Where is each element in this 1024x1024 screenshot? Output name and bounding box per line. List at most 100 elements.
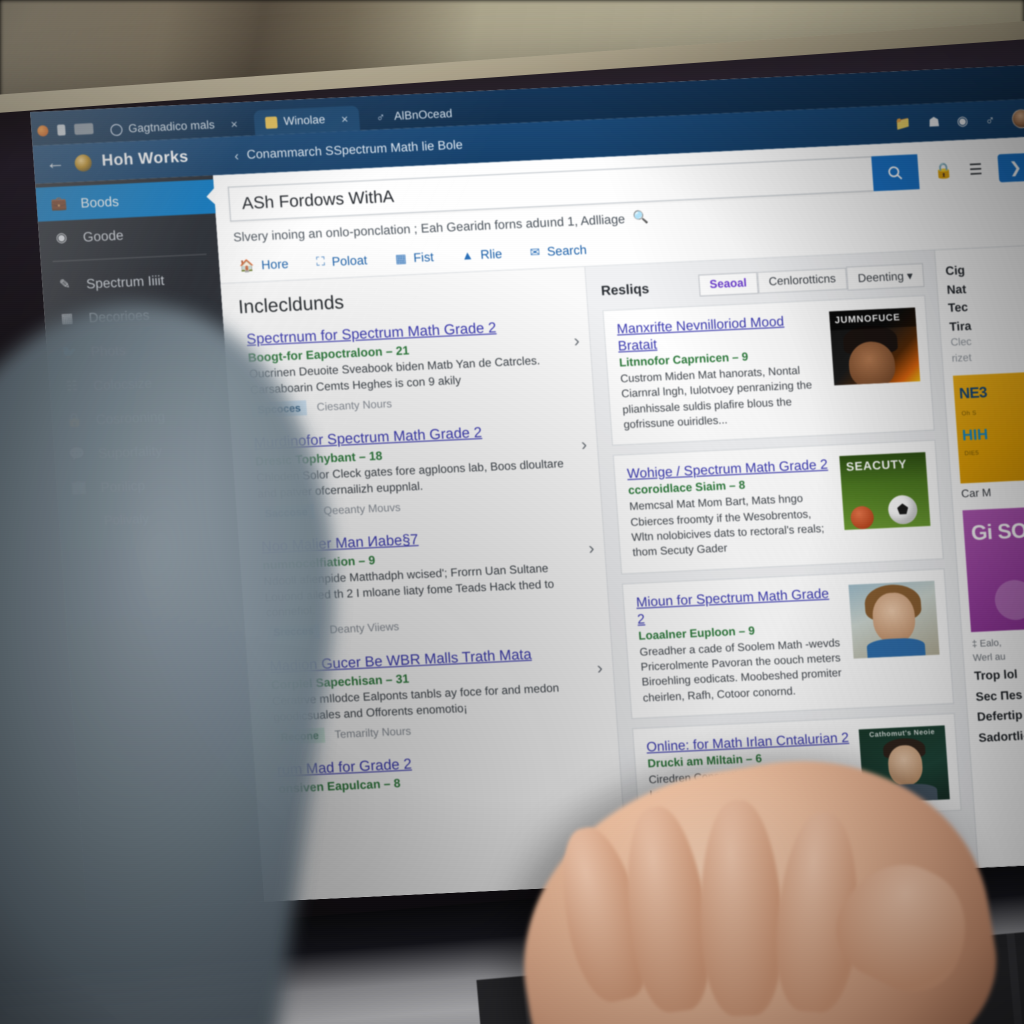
filter-cenlorotticns[interactable]: Cenlorotticns: [756, 267, 848, 294]
chevron-right-icon[interactable]: ›: [587, 523, 595, 559]
decor-shirt: [866, 637, 926, 658]
pen-icon: ✎: [58, 276, 71, 292]
tab-label: Poloat: [331, 252, 368, 269]
app-title: Hoh Works: [101, 148, 190, 170]
close-icon[interactable]: ×: [230, 117, 238, 131]
card-body: Mioun for Spectrum Math Grade 2 Loaalner…: [636, 585, 847, 707]
browser-right-controls: 🔒 ☰ ❯: [917, 152, 1024, 185]
decor-soccer-ball: [887, 494, 919, 526]
thumbnail-image: SEACUTY: [839, 452, 931, 531]
os-battery-icon: [56, 124, 66, 136]
result-meta-text: Ciesanty Nours: [316, 397, 393, 414]
book-line-1: Oh S: [961, 410, 977, 418]
middle-title: Resliqs: [600, 280, 650, 298]
filter-deenting-dropdown[interactable]: Deenting ▾: [845, 263, 925, 291]
person-icon: ♂: [375, 109, 386, 125]
decor-circle: [993, 578, 1024, 621]
tab-label: Fist: [412, 249, 435, 265]
page-title: Inclecldunds: [237, 292, 345, 319]
result-meta-text: Qeeanty Mouvs: [323, 501, 401, 518]
clock-icon[interactable]: ◉: [956, 113, 968, 129]
chevron-right-icon[interactable]: ›: [572, 315, 580, 351]
card-body: Manxrifte Nevnilloriod Mood Bratait Litn…: [616, 312, 827, 434]
list-item[interactable]: Spectrnum for Spectrum Math Grade 2 Boog…: [240, 315, 584, 418]
lock-icon[interactable]: 🔒: [934, 161, 954, 180]
hamburger-icon[interactable]: ☰: [968, 160, 983, 179]
home-icon: 🏠: [238, 258, 255, 273]
tab-search[interactable]: ✉ Search: [529, 242, 587, 259]
avatar[interactable]: [1011, 108, 1024, 129]
person-icon[interactable]: ♂: [985, 112, 996, 127]
list-icon: ▦: [394, 250, 407, 266]
filter-seaoal[interactable]: Seaoal: [697, 271, 759, 297]
rail-bold-line[interactable]: Defertip: [976, 702, 1024, 727]
window-icon: ⛶: [315, 254, 326, 269]
result-body: Spectrnum for Spectrum Math Grade 2 Boog…: [246, 316, 570, 418]
bookmark-icon[interactable]: ☗: [928, 114, 941, 131]
disc-icon: ◉: [55, 229, 68, 245]
sidebar-item-label: Spectrum Iiiit: [85, 272, 165, 291]
breadcrumb[interactable]: ‹ Conammarch SSpectrum Math lie Bole: [234, 137, 463, 163]
browser-tab-2-label: Winolae: [283, 113, 326, 128]
folder-icon[interactable]: 📁: [895, 116, 912, 133]
book-cover-thumbnail[interactable]: Gi SO: [962, 505, 1024, 632]
os-status-icon: [36, 125, 49, 137]
tab-fist[interactable]: ▦ Fist: [395, 250, 434, 266]
brand-logo-icon: [74, 153, 93, 172]
arrow-right-icon[interactable]: ❯: [997, 152, 1024, 182]
book-cover-thumbnail[interactable]: NE3 Oh S HIH DIE5: [952, 371, 1024, 484]
close-icon[interactable]: ×: [341, 112, 349, 126]
chevron-right-icon[interactable]: ›: [595, 643, 603, 679]
card-snippet: Greadher a cade of Soolem Math -wevds Pr…: [639, 636, 843, 705]
tab-poloat[interactable]: ⛶ Poloat: [316, 252, 368, 269]
thumbnail-caption: SEACUTY: [845, 457, 908, 475]
sidebar-divider: [52, 253, 207, 263]
chevron-right-icon[interactable]: ›: [579, 419, 588, 455]
thumbnail-caption: JUMNOFUCE: [829, 307, 917, 331]
list-item[interactable]: Manxrifte Nevnilloriod Mood Bratait Litn…: [602, 294, 935, 447]
rail-bold-line[interactable]: Sadortlio: [978, 723, 1024, 748]
photo-scene: Gagtnadico mals × Winolae × ♂ AlBnOcead …: [0, 0, 1024, 1024]
toolbar-icons: 📁 ☗ ◉ ♂: [894, 108, 1024, 133]
search-button[interactable]: [871, 154, 920, 192]
chevron-left-icon[interactable]: ‹: [234, 148, 239, 163]
decor-ball: [849, 505, 875, 530]
card-snippet: Custrom Miden Mat hanorats, Nontal Ciarn…: [619, 364, 813, 432]
breadcrumb-label: Conammarch SSpectrum Math lie Bole: [246, 137, 464, 162]
folder-icon: [265, 115, 279, 129]
sidebar-item-label: Goode: [82, 227, 124, 245]
book-title-top: NE3: [958, 384, 988, 403]
list-item[interactable]: Mioun for Spectrum Math Grade 2 Loaalner…: [621, 568, 955, 720]
browser-tab-1-label: Gagtnadico mals: [128, 118, 216, 135]
tab-label: Hore: [260, 256, 289, 272]
tab-label: Rlie: [479, 246, 503, 262]
tab-hore[interactable]: 🏠 Hore: [239, 256, 289, 272]
thumbnail-image: [848, 580, 940, 659]
book-caption: Car M: [960, 486, 992, 501]
briefcase-icon: 💼: [50, 195, 68, 212]
card-snippet: Memcsal Mat Mom Bart, Mats hngo Cbierces…: [628, 493, 825, 560]
tab-rlie[interactable]: ▲ Rlie: [461, 246, 502, 262]
book-title-mid: HIH: [961, 426, 989, 445]
filter-group: Seaoal Cenlorotticns Deenting ▾: [697, 263, 925, 298]
book-line-2: DIE5: [964, 450, 980, 458]
os-keyboard-icon: [73, 123, 94, 135]
os-indicators: [36, 123, 94, 146]
globe-icon: [110, 123, 123, 136]
search-icon[interactable]: 🔍: [632, 210, 649, 226]
rail-bold-line[interactable]: Trop lol: [974, 662, 1024, 687]
result-body: rum Mad for Grade 2 onsiven Eapulcan – 8: [277, 746, 611, 799]
result-meta-text: Temarilty Nours: [334, 725, 412, 741]
browser-tab-3-label: AlBnOcead: [393, 107, 453, 123]
list-item[interactable]: Wohige / Spectrum Math Grade 2 ccoroidla…: [612, 439, 944, 575]
thumbnail-image: JUMNOFUCE: [829, 307, 921, 386]
result-meta-text: Deanty Viiews: [329, 621, 400, 637]
tab-label: Search: [546, 242, 588, 259]
card-body: Wohige / Spectrum Math Grade 2 ccoroidla…: [627, 457, 837, 562]
back-icon[interactable]: ←: [45, 152, 66, 175]
rail-bold-line[interactable]: Sec Пes: [975, 682, 1024, 707]
mail-icon: ✉: [529, 244, 541, 260]
sidebar-item-label: Boods: [80, 193, 120, 211]
book-title: Gi SO: [970, 519, 1024, 545]
list-item[interactable]: rum Mad for Grade 2 onsiven Eapulcan – 8: [271, 746, 611, 799]
